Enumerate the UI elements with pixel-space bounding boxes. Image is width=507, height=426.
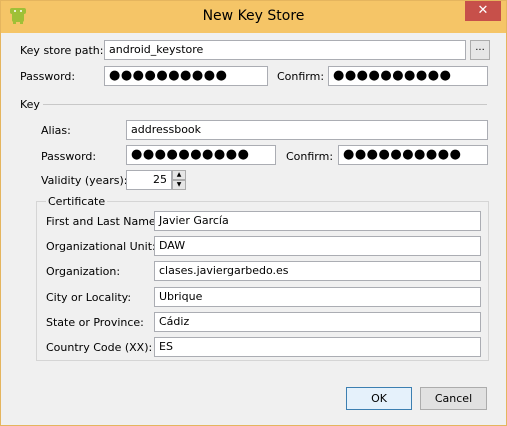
cert-country-input[interactable]: ES — [154, 337, 481, 357]
validity-input[interactable]: 25 — [126, 170, 172, 190]
key-section-separator — [43, 104, 487, 105]
validity-label: Validity (years): — [41, 174, 128, 187]
keystore-confirm-label: Confirm: — [277, 70, 325, 83]
certificate-group-title: Certificate — [46, 195, 108, 208]
alias-label: Alias: — [41, 124, 71, 137]
cert-state-input[interactable]: Cádiz — [154, 312, 481, 332]
key-password-label: Password: — [41, 150, 97, 163]
cancel-button[interactable]: Cancel — [420, 387, 487, 410]
dialog-content: Key store path: android_keystore ... Pas… — [9, 33, 498, 417]
browse-button[interactable]: ... — [470, 40, 490, 60]
window-title: New Key Store — [202, 8, 305, 24]
cert-org-unit-label: Organizational Unit: — [46, 240, 156, 253]
alias-input[interactable]: addressbook — [126, 120, 488, 140]
close-button[interactable]: ✕ — [465, 1, 501, 21]
cert-state-label: State or Province: — [46, 316, 144, 329]
keystore-password-input[interactable]: ●●●●●●●●●● — [104, 66, 268, 86]
cert-organization-input[interactable]: clases.javiergarbedo.es — [154, 261, 481, 281]
spin-up-icon[interactable]: ▲ — [172, 170, 186, 180]
key-confirm-label: Confirm: — [286, 150, 334, 163]
spin-down-icon[interactable]: ▼ — [172, 180, 186, 190]
cert-city-input[interactable]: Ubrique — [154, 287, 481, 307]
keystore-path-input[interactable]: android_keystore — [104, 40, 466, 60]
keystore-password-label: Password: — [20, 70, 76, 83]
cert-organization-label: Organization: — [46, 265, 121, 278]
cert-name-input[interactable]: Javier García — [154, 211, 481, 231]
key-confirm-input[interactable]: ●●●●●●●●●● — [338, 145, 488, 165]
cert-city-label: City or Locality: — [46, 291, 132, 304]
close-icon: ✕ — [477, 3, 489, 18]
validity-spinner[interactable]: ▲ ▼ — [172, 170, 186, 190]
cert-country-label: Country Code (XX): — [46, 341, 153, 354]
cert-org-unit-input[interactable]: DAW — [154, 236, 481, 256]
key-section-label: Key — [20, 98, 40, 111]
key-password-input[interactable]: ●●●●●●●●●● — [126, 145, 276, 165]
cert-name-label: First and Last Name: — [46, 215, 160, 228]
dialog-window: New Key Store ✕ Key store path: android_… — [0, 0, 507, 426]
keystore-confirm-input[interactable]: ●●●●●●●●●● — [328, 66, 488, 86]
keystore-path-label: Key store path: — [20, 44, 104, 57]
title-bar[interactable]: New Key Store ✕ — [1, 1, 506, 33]
ok-button[interactable]: OK — [346, 387, 412, 410]
